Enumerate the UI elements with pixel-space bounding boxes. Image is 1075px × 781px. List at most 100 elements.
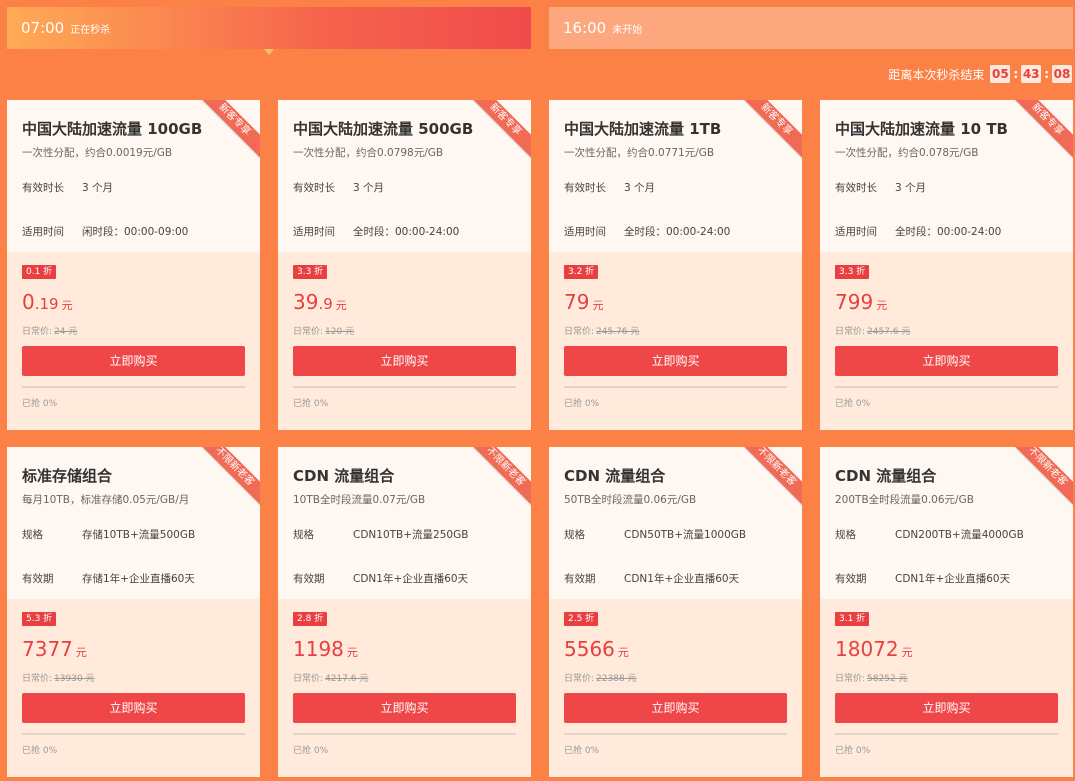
spec-key: 适用时间: [293, 226, 335, 238]
spec-row: 有效期 存储1年+企业直播60天: [22, 571, 195, 586]
spec-key: 有效时长: [564, 182, 606, 194]
price-decimal: .9: [318, 295, 333, 313]
ribbon: 不限新老客: [473, 447, 531, 505]
product-card: 不限新老客 CDN 流量组合 50TB全时段流量0.06元/GB 规格 CDN5…: [549, 447, 802, 777]
product-title: 中国大陆加速流量 10 TB: [835, 120, 1008, 138]
product-subtitle: 10TB全时段流量0.07元/GB: [293, 494, 426, 506]
spec-value: 全时段：00:00-24:00: [624, 226, 731, 238]
price-integer: 1198: [293, 637, 344, 661]
card-info: 新客专享 中国大陆加速流量 10 TB 一次性分配，约合0.078元/GB 有效…: [820, 100, 1073, 252]
countdown-hours: 05: [990, 65, 1011, 83]
spec-row: 有效时长 3 个月: [293, 180, 384, 195]
active-tab-indicator: [264, 49, 274, 55]
price-unit: 元: [901, 646, 913, 659]
buy-now-button[interactable]: 立即购买: [564, 346, 787, 376]
buy-now-button[interactable]: 立即购买: [835, 693, 1058, 723]
product-card: 新客专享 中国大陆加速流量 500GB 一次性分配，约合0.0798元/GB 有…: [278, 100, 531, 430]
sold-progress-bar: [293, 733, 516, 735]
spec-key: 规格: [564, 529, 585, 541]
product-subtitle: 每月10TB，标准存储0.05元/GB/月: [22, 494, 190, 506]
tab-status: 未开始: [612, 24, 643, 36]
card-purchase: 3.2 折 79 元 日常价: 245.76 元 立即购买 已抢 0%: [549, 252, 802, 430]
ribbon-label: 不限新老客: [1015, 447, 1073, 505]
product-title: 中国大陆加速流量 1TB: [564, 120, 722, 138]
product-title: CDN 流量组合: [293, 467, 395, 485]
sold-percentage: 已抢 0%: [22, 746, 58, 756]
buy-now-button[interactable]: 立即购买: [835, 346, 1058, 376]
spec-key: 规格: [293, 529, 314, 541]
ribbon-label: 新客专享: [473, 100, 531, 158]
price-amount: 79: [564, 290, 589, 314]
product-card: 新客专享 中国大陆加速流量 10 TB 一次性分配，约合0.078元/GB 有效…: [820, 100, 1073, 430]
original-price-label: 日常价:: [564, 327, 595, 337]
spec-row: 规格 CDN200TB+流量4000GB: [835, 527, 1024, 542]
spec-value: CDN1年+企业直播60天: [895, 573, 1011, 585]
price-unit: 元: [346, 646, 358, 659]
countdown-separator: :: [1044, 67, 1049, 81]
tab-session-1600[interactable]: 16:00 未开始: [549, 7, 1073, 49]
ribbon: 不限新老客: [1015, 447, 1073, 505]
spec-row: 规格 CDN50TB+流量1000GB: [564, 527, 746, 542]
spec-row: 有效期 CDN1年+企业直播60天: [564, 571, 739, 586]
buy-now-button[interactable]: 立即购买: [22, 693, 245, 723]
card-info: 不限新老客 CDN 流量组合 10TB全时段流量0.07元/GB 规格 CDN1…: [278, 447, 531, 599]
discount-badge: 2.8 折: [293, 612, 328, 626]
price-integer: 5566: [564, 637, 615, 661]
spec-value: CDN50TB+流量1000GB: [624, 529, 747, 541]
price-integer: 79: [564, 290, 590, 314]
buy-now-button[interactable]: 立即购买: [293, 693, 516, 723]
countdown-minutes: 43: [1021, 65, 1042, 83]
sold-progress-bar: [564, 386, 787, 388]
tab-status: 正在秒杀: [70, 24, 111, 36]
sold-percentage: 已抢 0%: [293, 399, 329, 409]
original-price-value: 13930 元: [54, 674, 95, 684]
original-price: 日常价: 13930 元: [22, 671, 95, 684]
ribbon-label: 不限新老客: [744, 447, 802, 505]
card-info: 新客专享 中国大陆加速流量 100GB 一次性分配，约合0.0019元/GB 有…: [7, 100, 260, 252]
original-price-value: 24 元: [54, 327, 78, 337]
ribbon: 不限新老客: [744, 447, 802, 505]
original-price-label: 日常价:: [293, 674, 324, 684]
buy-now-button[interactable]: 立即购买: [22, 346, 245, 376]
spec-value: 存储10TB+流量500GB: [82, 529, 196, 541]
card-info: 不限新老客 CDN 流量组合 50TB全时段流量0.06元/GB 规格 CDN5…: [549, 447, 802, 599]
tab-session-0700[interactable]: 07:00 正在秒杀: [7, 7, 531, 55]
price-amount: 39.9: [293, 290, 333, 314]
buy-now-button[interactable]: 立即购买: [564, 693, 787, 723]
spec-value: CDN1年+企业直播60天: [624, 573, 740, 585]
spec-value: 3 个月: [82, 182, 114, 194]
price-amount: 5566: [564, 637, 615, 661]
buy-now-button[interactable]: 立即购买: [293, 346, 516, 376]
countdown-separator: :: [1013, 67, 1019, 81]
price: 7377 元: [22, 637, 87, 661]
countdown-label: 距离本次秒杀结束: [888, 67, 985, 82]
card-info: 新客专享 中国大陆加速流量 500GB 一次性分配，约合0.0798元/GB 有…: [278, 100, 531, 252]
discount-badge: 5.3 折: [22, 612, 57, 626]
ribbon: 不限新老客: [202, 447, 260, 505]
price: 18072 元: [835, 637, 913, 661]
sold-percentage: 已抢 0%: [564, 746, 600, 756]
product-card: 新客专享 中国大陆加速流量 100GB 一次性分配，约合0.0019元/GB 有…: [7, 100, 260, 430]
original-price: 日常价: 2457.6 元: [835, 324, 910, 337]
discount-badge: 3.3 折: [835, 265, 870, 279]
original-price: 日常价: 120 元: [293, 324, 354, 337]
original-price-value: 58252 元: [867, 674, 908, 684]
price: 39.9 元: [293, 290, 347, 314]
spec-key: 有效期: [22, 573, 54, 585]
discount-badge: 2.5 折: [564, 612, 599, 626]
product-title: CDN 流量组合: [564, 467, 666, 485]
spec-row: 规格 CDN10TB+流量250GB: [293, 527, 468, 542]
price-unit: 元: [592, 299, 604, 312]
sold-progress-bar: [293, 386, 516, 388]
tab-time: 16:00: [563, 19, 607, 37]
spec-row: 规格 存储10TB+流量500GB: [22, 527, 195, 542]
spec-key: 有效时长: [293, 182, 335, 194]
price-integer: 39: [293, 290, 319, 314]
original-price-value: 2457.6 元: [867, 327, 911, 337]
spec-value: 闲时段：00:00-09:00: [82, 226, 189, 238]
card-purchase: 2.8 折 1198 元 日常价: 4217.6 元 立即购买 已抢 0%: [278, 599, 531, 777]
spec-row: 适用时间 全时段：00:00-24:00: [293, 224, 459, 239]
card-purchase: 2.5 折 5566 元 日常价: 22388 元 立即购买 已抢 0%: [549, 599, 802, 777]
product-card: 不限新老客 标准存储组合 每月10TB，标准存储0.05元/GB/月 规格 存储…: [7, 447, 260, 777]
spec-key: 适用时间: [564, 226, 606, 238]
